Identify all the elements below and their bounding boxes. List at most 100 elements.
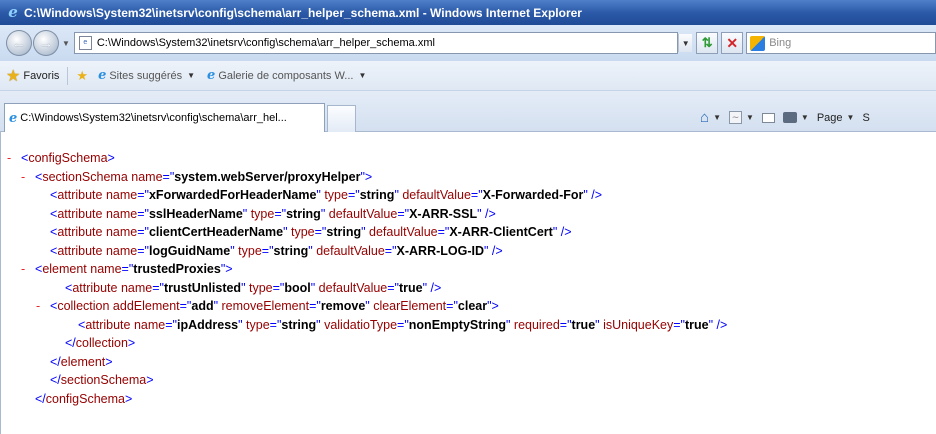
favorite-item-web-slice-gallery[interactable]: e Galerie de composants W... ▼ bbox=[207, 68, 366, 83]
xml-line: - <element name="trustedProxies"> bbox=[1, 260, 936, 279]
ie-icon: e bbox=[98, 68, 107, 83]
chevron-down-icon: ▼ bbox=[800, 113, 809, 122]
xml-attribute-name: name bbox=[102, 206, 138, 221]
xml-tag-name: collection bbox=[57, 299, 110, 313]
xml-attribute-name: type bbox=[320, 188, 348, 202]
ie-logo-icon: e bbox=[8, 3, 18, 21]
xml-attribute-name: name bbox=[117, 280, 153, 295]
xml-punctuation: =" bbox=[179, 299, 192, 313]
feed-icon: ∼ bbox=[728, 111, 742, 124]
xml-attribute-name: type bbox=[242, 317, 270, 332]
xml-punctuation: =" bbox=[470, 188, 483, 202]
search-input[interactable]: Bing bbox=[769, 37, 791, 49]
favorites-bar: ★ Favoris ★ e Sites suggérés ▼ e Galerie… bbox=[0, 61, 936, 91]
xml-punctuation: "> bbox=[220, 262, 233, 276]
xml-punctuation: =" bbox=[397, 317, 409, 332]
xml-attribute-value: true bbox=[571, 317, 596, 332]
xml-attribute-value: X-ARR-SSL bbox=[409, 206, 478, 221]
xml-attribute-name: defaultValue bbox=[398, 188, 471, 202]
mail-button[interactable] bbox=[761, 112, 775, 123]
xml-tag-name: sectionSchema bbox=[60, 373, 147, 387]
xml-line: </element> bbox=[1, 353, 936, 372]
feeds-button[interactable]: ∼ ▼ bbox=[728, 111, 754, 124]
xml-punctuation: =" bbox=[387, 280, 399, 295]
xml-punctuation: =" bbox=[261, 243, 274, 258]
address-dropdown-button[interactable]: ▼ bbox=[678, 34, 693, 52]
xml-punctuation: =" bbox=[137, 206, 149, 221]
page-icon: e bbox=[78, 36, 92, 50]
collapse-toggle[interactable]: - bbox=[7, 149, 21, 168]
stop-button[interactable]: ✕ bbox=[721, 32, 744, 54]
print-button[interactable]: ▼ bbox=[782, 112, 809, 123]
xml-tag-name: element bbox=[60, 354, 106, 369]
xml-attribute-value: string bbox=[281, 317, 317, 332]
xml-attribute-value: clear bbox=[457, 299, 488, 313]
xml-punctuation: =" bbox=[152, 280, 164, 295]
collapse-toggle[interactable]: - bbox=[36, 297, 50, 316]
xml-attribute-name: removeElement bbox=[218, 299, 310, 313]
refresh-icon: ⇅ bbox=[701, 35, 713, 50]
xml-line: <attribute name="ipAddress" type="string… bbox=[1, 316, 936, 335]
xml-attribute-name: validatioType bbox=[320, 317, 398, 332]
tab-current[interactable]: e C:\Windows\System32\inetsrv\config\sch… bbox=[4, 103, 325, 132]
xml-punctuation: =" bbox=[269, 317, 282, 332]
xml-tag-name: attribute bbox=[57, 188, 103, 202]
page-menu[interactable]: Page ▼ bbox=[817, 112, 855, 124]
xml-attribute-value: remove bbox=[320, 299, 366, 313]
xml-attribute-value: true bbox=[399, 280, 423, 295]
xml-punctuation: " /> bbox=[422, 280, 442, 295]
xml-attribute-value: X-Forwarded-For bbox=[482, 188, 584, 202]
xml-attribute-value: logGuidName bbox=[148, 243, 231, 258]
add-favorite-icon[interactable]: ★ bbox=[76, 68, 88, 84]
xml-document-view: - <configSchema> - <sectionSchema name="sys… bbox=[0, 132, 936, 434]
chevron-down-icon: ▼ bbox=[846, 113, 855, 122]
xml-punctuation: " /> bbox=[583, 188, 603, 202]
history-dropdown-icon[interactable]: ▼ bbox=[62, 39, 70, 48]
xml-line: <attribute name="trustUnlisted" type="bo… bbox=[1, 279, 936, 298]
xml-attribute-value: string bbox=[286, 206, 321, 221]
address-bar[interactable]: e C:\Windows\System32\inetsrv\config\sch… bbox=[73, 32, 679, 54]
xml-punctuation: </ bbox=[65, 336, 76, 350]
xml-punctuation: =" bbox=[397, 206, 410, 221]
forward-button[interactable]: → bbox=[32, 30, 59, 56]
xml-attribute-value: trustedProxies bbox=[133, 262, 221, 276]
window-title: C:\Windows\System32\inetsrv\config\schem… bbox=[24, 5, 582, 20]
xml-attribute-value: trustUnlisted bbox=[163, 280, 242, 295]
xml-attribute-name: clearElement bbox=[369, 299, 447, 313]
collapse-toggle[interactable]: - bbox=[21, 260, 35, 279]
collapse-toggle[interactable]: - bbox=[21, 168, 35, 187]
xml-punctuation: </ bbox=[50, 373, 61, 387]
favorite-item-label: Galerie de composants W... bbox=[218, 69, 354, 82]
xml-line: </collection> bbox=[1, 334, 936, 353]
home-button[interactable]: ⌂ ▼ bbox=[700, 109, 721, 126]
new-tab-button[interactable] bbox=[327, 105, 356, 132]
address-input[interactable]: C:\Windows\System32\inetsrv\config\schem… bbox=[97, 37, 677, 49]
xml-punctuation: =" bbox=[162, 169, 175, 184]
xml-tag-name: attribute bbox=[57, 243, 103, 258]
xml-attribute-name: type bbox=[287, 225, 315, 239]
xml-punctuation: > bbox=[146, 373, 154, 387]
xml-punctuation: > bbox=[105, 354, 113, 369]
xml-punctuation: "> bbox=[360, 169, 373, 184]
back-button[interactable]: ← bbox=[6, 30, 32, 56]
xml-attribute-value: string bbox=[326, 225, 362, 239]
mail-icon bbox=[761, 112, 775, 123]
xml-attribute-name: addElement bbox=[109, 299, 180, 313]
search-box[interactable]: Bing bbox=[746, 32, 936, 54]
favorites-button[interactable]: Favoris bbox=[23, 70, 59, 82]
xml-attribute-value: nonEmptyString bbox=[408, 317, 506, 332]
xml-attribute-name: name bbox=[102, 243, 138, 258]
xml-attribute-name: defaultValue bbox=[325, 206, 398, 221]
safety-menu-label: S bbox=[862, 111, 870, 124]
xml-attribute-name: isUniqueKey bbox=[599, 317, 674, 332]
xml-tag-name: attribute bbox=[72, 280, 118, 295]
xml-punctuation: =" bbox=[673, 317, 685, 332]
favorite-item-suggested-sites[interactable]: e Sites suggérés ▼ bbox=[98, 68, 195, 83]
safety-menu[interactable]: S bbox=[862, 112, 869, 124]
navigation-bar: ← → ▼ e C:\Windows\System32\inetsrv\conf… bbox=[0, 25, 936, 61]
xml-attribute-value: X-ARR-ClientCert bbox=[449, 225, 553, 239]
xml-punctuation: " /> bbox=[477, 206, 496, 221]
xml-punctuation: > bbox=[127, 336, 136, 350]
refresh-button[interactable]: ⇅ bbox=[696, 32, 719, 54]
xml-tag-name: sectionSchema bbox=[42, 169, 128, 184]
